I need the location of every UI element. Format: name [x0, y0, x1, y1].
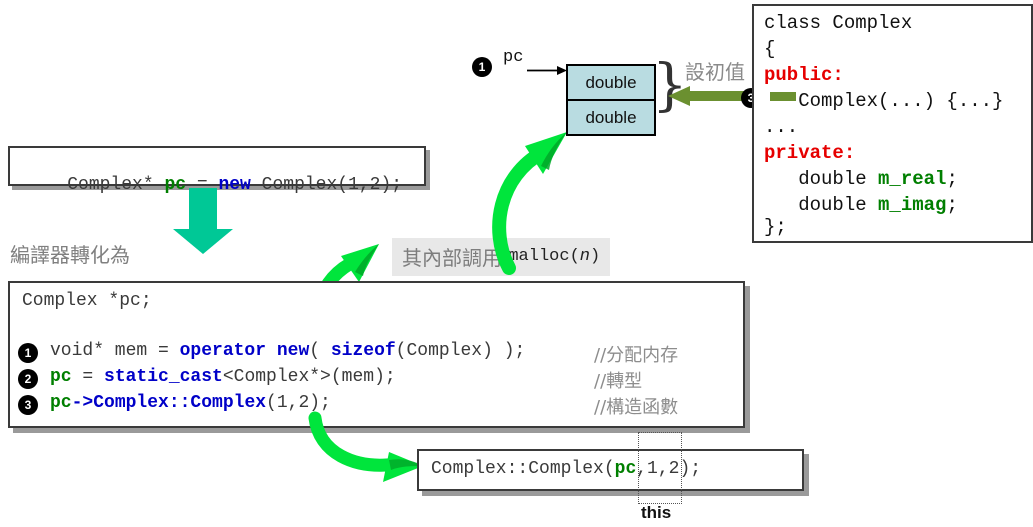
curved-arrow-to-constructor-call — [308, 411, 423, 482]
class-line-3: Complex(...) {...} — [764, 90, 1004, 112]
transformed-code-comment-2: //轉型 — [594, 371, 643, 392]
stmt-part-0: Complex* — [67, 175, 165, 195]
code-step-marker-1: 1 — [18, 343, 38, 363]
class-line-4: ... — [764, 116, 799, 138]
curved-arrow-to-memory-block — [492, 132, 567, 275]
class-line-2: public: — [764, 64, 844, 86]
ctor-part-pc: pc — [614, 459, 637, 479]
transformed-code-comment-1: //分配内存 — [594, 345, 679, 366]
transformed-code-line-2: pc = static_cast<Complex*>(mem); — [50, 367, 396, 387]
pointer-arrow-icon — [527, 66, 567, 75]
ctor-part-0: Complex::Complex( — [431, 459, 615, 479]
class-field-m-real: m_real — [878, 168, 947, 190]
object-memory-block: double double — [566, 64, 656, 136]
transformed-code-line-1: void* mem = operator new( sizeof(Complex… — [50, 341, 526, 361]
class-ctor-marker-stub — [770, 92, 796, 101]
class-line-1: { — [764, 38, 776, 60]
class-line-0: class Complex — [764, 12, 913, 34]
source-statement-box: Complex* pc = new Complex(1,2); — [8, 146, 426, 195]
transformed-code-decl: Complex *pc; — [22, 291, 152, 311]
this-pointer-label: this — [641, 503, 672, 522]
class-line-6-a: double — [764, 168, 879, 190]
class-line-5: private: — [764, 142, 856, 164]
set-initial-value-label: 設初值 — [685, 60, 745, 84]
constructor-call-box: Complex::Complex(pc,1,2); — [417, 449, 804, 491]
class-line-7-c: ; — [946, 194, 958, 216]
class-definition-box: class Complex { public: Complex(...) {..… — [752, 4, 1033, 243]
class-line-7-a: double — [764, 194, 879, 216]
memory-pointer-marker: 1 — [472, 57, 492, 77]
memory-cell-1: double — [568, 101, 654, 134]
transformed-code-line-3: pc->Complex::Complex(1,2); — [50, 393, 331, 413]
class-line-8: }; — [764, 216, 787, 238]
this-pointer-highlight — [638, 432, 682, 504]
code-step-marker-2: 2 — [18, 369, 38, 389]
memory-pointer-label: pc — [503, 48, 524, 67]
transformed-code-box: Complex *pc; 1 void* mem = operator new(… — [8, 281, 745, 428]
memory-cell-0: double — [568, 66, 654, 101]
class-line-6-c: ; — [946, 168, 958, 190]
compiler-transform-label: 編譯器轉化為 — [10, 243, 130, 267]
stmt-part-4: Complex(1,2); — [250, 175, 403, 195]
compiler-transform-down-arrow — [173, 188, 233, 254]
transformed-code-comment-3: //構造函數 — [594, 397, 679, 418]
code-step-marker-3: 3 — [18, 395, 38, 415]
class-field-m-imag: m_imag — [878, 194, 947, 216]
